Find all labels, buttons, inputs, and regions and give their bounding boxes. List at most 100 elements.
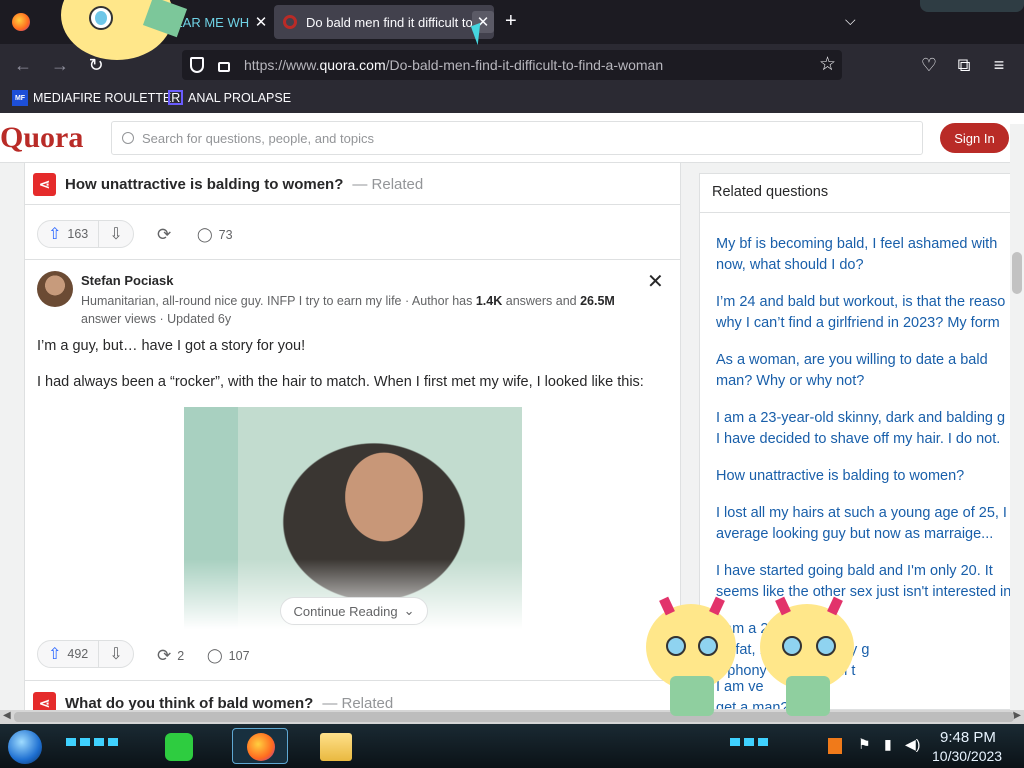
url-bar[interactable]: https://www.quora.com/Do-bald-men-find-i… <box>182 50 842 80</box>
bookmark-label: MEDIAFIRE ROULETTER <box>33 91 181 105</box>
search-icon <box>122 132 134 144</box>
pocket-icon[interactable]: ♡ <box>918 54 940 76</box>
related-question-link[interactable]: As a woman, are you willing to date a ba… <box>716 350 1016 392</box>
related-share-icon: ⋖ <box>33 691 56 710</box>
url-text: https://www.quora.com/Do-bald-men-find-i… <box>244 57 663 73</box>
related-tag: — Related <box>322 694 394 711</box>
related-question-title[interactable]: What do you think of bald women? <box>65 695 313 711</box>
flag-icon[interactable]: ⚑ <box>858 736 871 753</box>
list-tabs-chevron-icon[interactable]: ⌵ <box>845 12 856 29</box>
vote-control[interactable]: ⇧ 163 ⇩ <box>37 220 134 248</box>
related-question-link[interactable]: I lost all my hairs at such a young age … <box>716 503 1016 545</box>
bookmark-mediafire[interactable]: MF MEDIAFIRE ROULETTER <box>12 90 180 106</box>
vote-control[interactable]: ⇧ 492 ⇩ <box>37 640 134 668</box>
quora-logo[interactable]: Quora <box>0 121 83 155</box>
comment-bubble-icon: ◯ <box>197 226 213 242</box>
downvote-arrow-icon: ⇩ <box>109 646 123 663</box>
divider <box>700 212 1023 213</box>
downvote-arrow-icon: ⇩ <box>109 226 123 243</box>
tab-active[interactable]: Do bald men find it difficult to ✕ <box>274 5 494 39</box>
divider <box>25 259 680 260</box>
related-question-line: now, what should I do? <box>716 257 864 273</box>
answer-photo[interactable] <box>184 407 522 629</box>
bookmark-second[interactable]: ANAL PROLAPSE <box>168 90 291 105</box>
sign-in-button[interactable]: Sign In <box>940 123 1009 153</box>
firefox-menu-icon[interactable] <box>12 13 30 31</box>
related-question-line: I am a 23-year-old skinny, dark and bald… <box>716 410 1006 426</box>
upvote-button[interactable]: ⇧ 492 <box>38 641 100 667</box>
search-input[interactable]: Search for questions, people, and topics <box>111 121 923 155</box>
close-icon[interactable]: ✕ <box>647 269 664 294</box>
quora-header: Quora Search for questions, people, and … <box>0 113 1024 163</box>
share-count: 2 <box>177 649 185 663</box>
firefox-icon <box>247 733 275 761</box>
scrollbar-thumb[interactable] <box>1012 252 1022 294</box>
related-question-header[interactable]: ⋖ How unattractive is balding to women? … <box>33 170 423 198</box>
views-count: 26.5M <box>580 294 615 308</box>
related-tag: — Related <box>352 175 424 193</box>
new-tab-button[interactable]: + <box>505 10 517 33</box>
cartoon-character-sticker <box>750 596 868 722</box>
related-question-line: How unattractive is balding to women? <box>716 468 965 484</box>
tab-close-icon[interactable]: ✕ <box>250 11 272 33</box>
bookmark-favicon-icon <box>168 90 183 105</box>
comment-button[interactable]: ◯ 107 <box>207 647 250 664</box>
answer-paragraph: I had always been a “rocker”, with the h… <box>37 374 644 390</box>
related-question-line: As a woman, are you willing to date a ba… <box>716 352 988 368</box>
start-orb-icon[interactable] <box>8 730 42 764</box>
related-question-link[interactable]: I am a 23-year-old skinny, dark and bald… <box>716 408 1016 450</box>
extensions-icon[interactable]: ⧉ <box>953 54 975 76</box>
tracking-shield-icon[interactable] <box>190 57 204 73</box>
continue-reading-button[interactable]: Continue Reading ⌄ <box>280 597 428 625</box>
network-icon[interactable]: ▮ <box>884 736 892 753</box>
avatar[interactable] <box>37 271 73 307</box>
related-question-header[interactable]: ⋖ What do you think of bald women? — Rel… <box>33 689 393 710</box>
hamburger-menu-icon[interactable]: ≡ <box>988 54 1010 76</box>
bookmark-star-icon[interactable]: ☆ <box>819 53 836 76</box>
volume-icon[interactable]: ◀) <box>905 736 920 753</box>
author-name[interactable]: Stefan Pociask <box>81 273 174 288</box>
vertical-scrollbar[interactable] <box>1010 124 1024 710</box>
clock-date[interactable]: 10/30/2023 <box>932 748 1002 764</box>
tray-app-icon[interactable] <box>828 738 842 754</box>
back-arrow-icon[interactable]: ← <box>12 54 34 76</box>
mediafire-favicon-icon: MF <box>12 90 28 106</box>
file-explorer-icon[interactable] <box>320 733 352 761</box>
taskbar-decoration <box>730 738 770 746</box>
share-button[interactable]: ⟳ <box>157 225 171 245</box>
cred-text: answer views · Updated 6y <box>81 312 232 326</box>
scroll-right-arrow-icon[interactable]: ▶ <box>1013 710 1021 721</box>
notes-app-icon[interactable] <box>165 733 193 761</box>
related-question-link[interactable]: My bf is becoming bald, I feel ashamed w… <box>716 234 1016 276</box>
related-question-link[interactable]: I’m 24 and bald but workout, is that the… <box>716 292 1016 334</box>
share-loop-icon: ⟳ <box>157 225 172 244</box>
answer-paragraph: I’m a guy, but… have I got a story for y… <box>37 338 306 354</box>
taskbar-decoration <box>66 738 118 746</box>
share-button[interactable]: ⟳ 2 <box>157 646 184 666</box>
chevron-down-icon: ⌄ <box>403 603 415 618</box>
horizontal-scrollbar[interactable]: ◀ ▶ <box>0 710 1024 724</box>
related-question-line: man? Why or why not? <box>716 373 865 389</box>
related-question-title[interactable]: How unattractive is balding to women? <box>65 176 343 193</box>
comment-button[interactable]: ◯ 73 <box>197 226 233 243</box>
downvote-button[interactable]: ⇩ <box>99 221 132 247</box>
firefox-taskbar-icon[interactable] <box>232 728 288 764</box>
related-question-link[interactable]: How unattractive is balding to women? <box>716 466 1016 487</box>
upvote-button[interactable]: ⇧ 163 <box>38 221 100 247</box>
url-prefix: https://www. <box>244 57 320 73</box>
scroll-left-arrow-icon[interactable]: ◀ <box>3 710 11 721</box>
share-loop-icon: ⟳ <box>157 646 172 665</box>
answers-count: 1.4K <box>475 294 503 308</box>
downvote-button[interactable]: ⇩ <box>99 641 132 667</box>
cred-text: answers and <box>502 294 581 308</box>
cartoon-character-sticker <box>636 596 748 722</box>
quora-favicon-icon <box>283 15 297 29</box>
divider <box>25 204 680 205</box>
upvote-count: 163 <box>67 227 89 241</box>
related-question-link[interactable]: I have started going bald and I'm only 2… <box>716 561 1016 603</box>
clock-time[interactable]: 9:48 PM <box>940 729 996 746</box>
comment-count: 107 <box>228 648 250 663</box>
url-path: /Do-bald-men-find-it-difficult-to-find-a… <box>385 57 664 73</box>
url-host: quora.com <box>319 57 386 73</box>
lock-icon[interactable] <box>218 62 230 72</box>
